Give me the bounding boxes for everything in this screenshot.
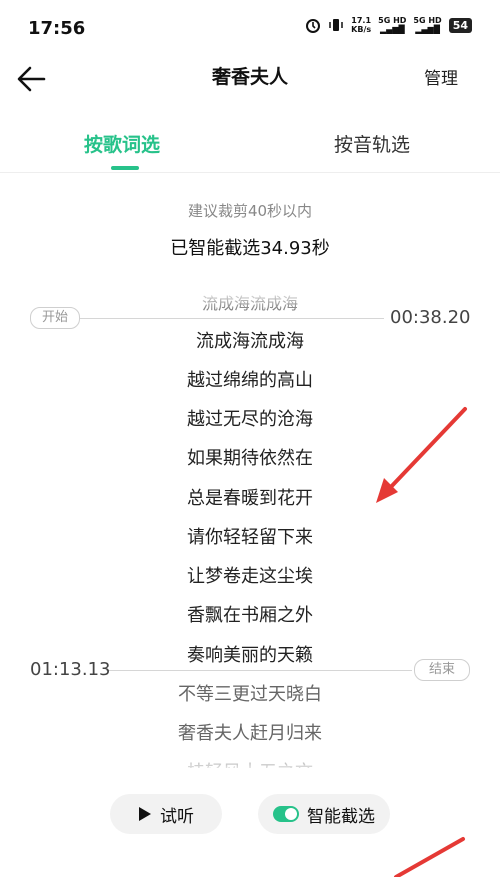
start-marker-line[interactable] <box>78 318 384 319</box>
lyric-line[interactable]: 不等三更过天晓白 <box>0 680 500 706</box>
smart-select-toggle[interactable] <box>273 806 299 822</box>
preview-button[interactable]: 试听 <box>110 794 222 834</box>
preview-label: 试听 <box>160 806 194 827</box>
nav-bar: 奢香夫人 管理 <box>0 58 500 118</box>
status-icons: 17.1 KB/s 5G HD ▂▄▆█ 5G HD ▂▄▆█ 54 <box>305 16 472 34</box>
net-speed: 17.1 KB/s <box>351 16 372 34</box>
tab-by-track[interactable]: 按音轨选 <box>334 130 410 157</box>
lyric-line[interactable]: 流成海流成海 <box>0 327 500 353</box>
status-bar: 17:56 17.1 KB/s 5G HD ▂▄▆█ 5G HD ▂▄▆█ 54 <box>0 0 500 58</box>
tab-by-lyrics[interactable]: 按歌词选 <box>84 130 160 157</box>
tab-bar: 按歌词选 按音轨选 <box>0 118 500 172</box>
lyric-line[interactable]: 请你轻轻留下来 <box>0 523 500 549</box>
end-marker-handle[interactable]: 结束 <box>414 659 470 681</box>
lyric-line[interactable]: 奢香夫人赶月归来 <box>0 719 500 745</box>
lyric-line[interactable]: 香飘在书厢之外 <box>0 601 500 627</box>
lyric-line[interactable]: 越过无尽的沧海 <box>0 405 500 431</box>
smart-select-label: 智能截选 <box>307 806 375 827</box>
sim1-signal: 5G HD ▂▄▆█ <box>378 16 407 34</box>
alarm-icon <box>306 19 321 33</box>
smart-select-button[interactable]: 智能截选 <box>258 794 390 834</box>
start-marker-handle[interactable]: 开始 <box>30 307 80 329</box>
end-time: 01:13.13 <box>30 659 111 680</box>
sim2-signal: 5G HD ▂▄▆█ <box>413 16 442 34</box>
manage-button[interactable]: 管理 <box>424 64 458 89</box>
annotation-arrow-icon <box>394 837 465 877</box>
start-time: 00:38.20 <box>390 307 471 328</box>
lyric-line[interactable]: 如果期待依然在 <box>0 444 500 470</box>
divider <box>0 172 500 173</box>
status-time: 17:56 <box>28 18 86 39</box>
trim-hint: 建议裁剪40秒以内 <box>187 202 313 220</box>
back-arrow-icon[interactable] <box>14 62 50 98</box>
end-marker-line[interactable] <box>106 670 412 671</box>
battery-icon: 54 <box>448 17 472 33</box>
smart-selected-text: 已智能截选34.93秒 <box>170 238 330 259</box>
lyric-line[interactable]: 总是春暖到花开 <box>0 484 500 510</box>
tab-indicator <box>111 166 139 170</box>
vibrate-icon <box>329 19 343 31</box>
lyric-line[interactable]: 桂轻风十五之文 <box>0 758 500 768</box>
lyric-line[interactable]: 越过绵绵的高山 <box>0 366 500 392</box>
lyric-line[interactable]: 让梦卷走这尘埃 <box>0 562 500 588</box>
play-icon <box>139 807 151 821</box>
